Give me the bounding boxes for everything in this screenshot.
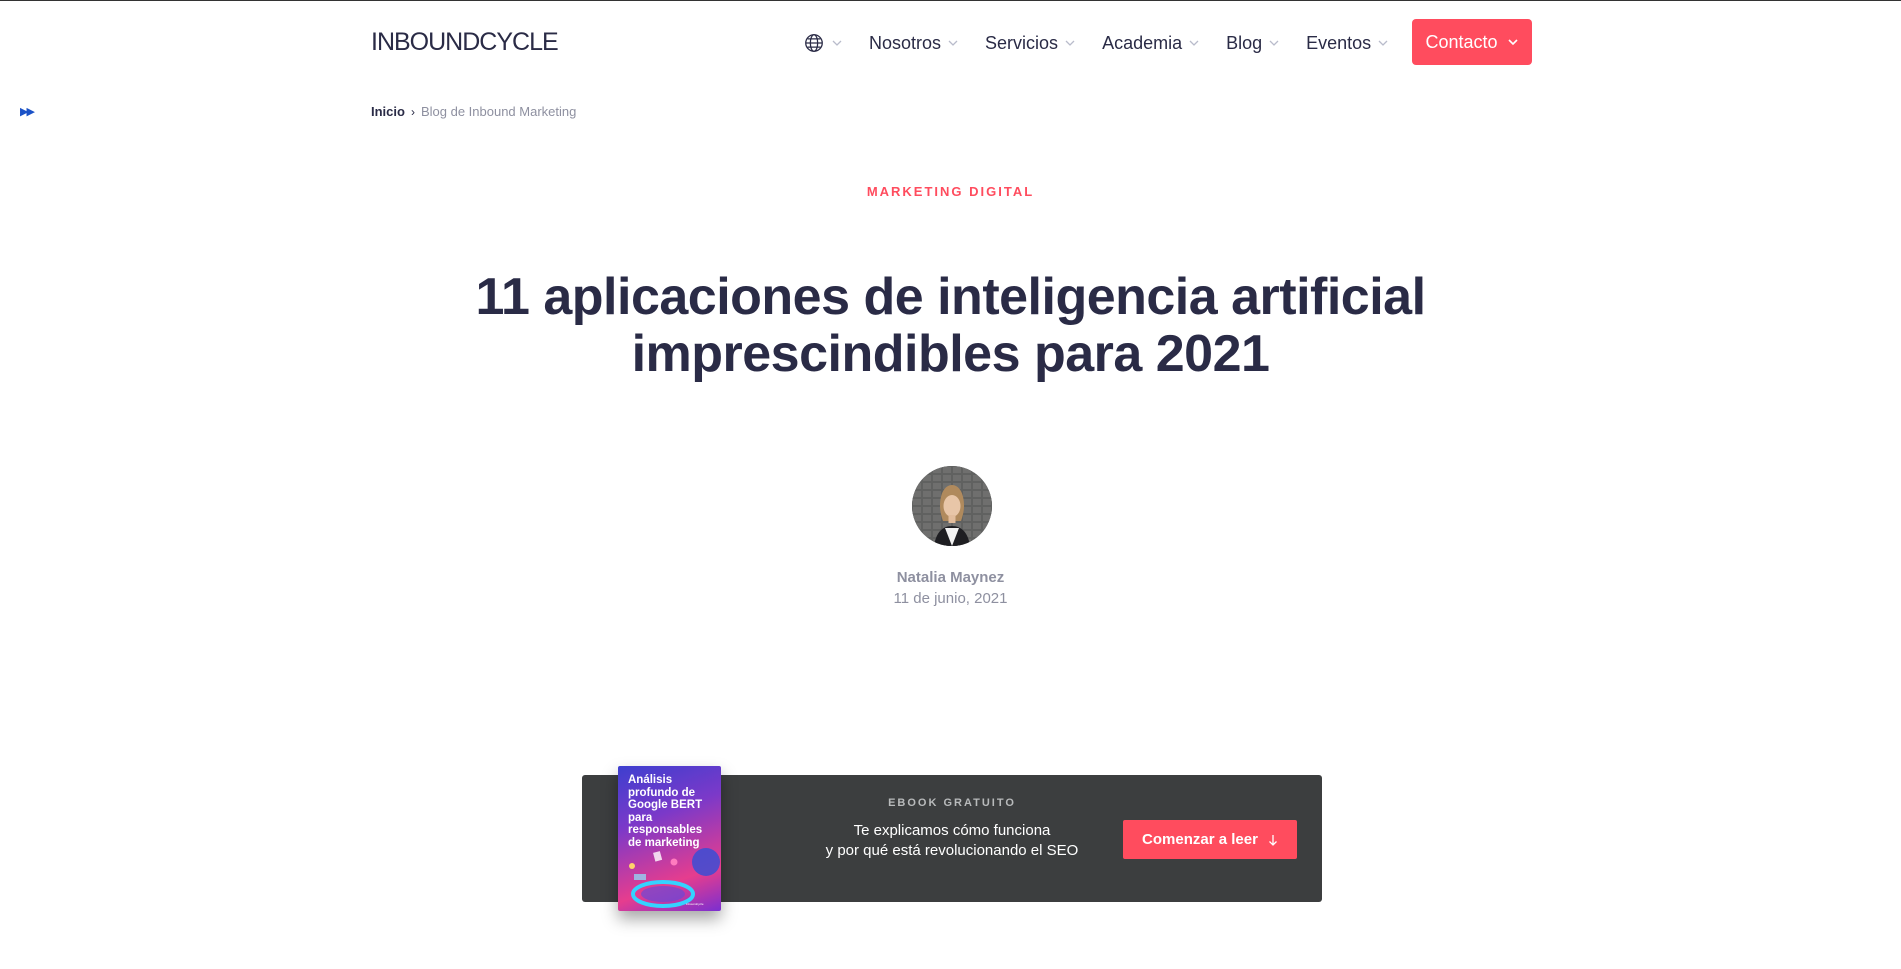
contact-button-label: Contacto xyxy=(1425,31,1498,52)
author-name[interactable]: Natalia Maynez xyxy=(0,569,1901,586)
chevron-down-icon xyxy=(1507,39,1518,46)
breadcrumb-home-link[interactable]: Inicio xyxy=(371,104,405,119)
start-reading-label: Comenzar a leer xyxy=(1142,831,1258,848)
breadcrumb: Inicio › Blog de Inbound Marketing xyxy=(371,104,576,119)
nav-item-label: Academia xyxy=(1102,32,1183,53)
arrow-down-icon xyxy=(1268,834,1277,846)
publish-date: 11 de junio, 2021 xyxy=(893,590,1008,607)
nav-item-label: Servicios xyxy=(985,32,1059,53)
nav-item-academia[interactable]: Academia xyxy=(1102,33,1200,54)
article-title: 11 aplicaciones de inteligencia artifici… xyxy=(475,268,1426,383)
nav-item-servicios[interactable]: Servicios xyxy=(985,33,1076,54)
logo-text: INBOUNDCYCLE xyxy=(371,28,559,56)
nav-item-label: Blog xyxy=(1226,32,1263,53)
nav-item-eventos[interactable]: Eventos xyxy=(1306,33,1389,54)
chevron-down-icon xyxy=(1378,40,1388,46)
svg-text:inboundcycle: inboundcycle xyxy=(686,902,704,906)
contact-button[interactable]: Contacto xyxy=(1412,19,1532,65)
chevron-down-icon xyxy=(832,40,842,46)
chevron-down-icon xyxy=(1269,40,1279,46)
article-category[interactable]: MARKETING DIGITAL xyxy=(0,184,1901,199)
language-selector[interactable] xyxy=(803,32,843,54)
author-avatar xyxy=(912,466,992,546)
main-nav: Nosotros Servicios Academia Blog Eventos xyxy=(803,19,1415,67)
nav-item-label: Nosotros xyxy=(869,32,942,53)
nav-item-blog[interactable]: Blog xyxy=(1226,33,1280,54)
chevron-down-icon xyxy=(1189,40,1199,46)
logo[interactable]: INBOUNDCYCLE xyxy=(371,28,559,57)
nav-item-nosotros[interactable]: Nosotros xyxy=(869,33,959,54)
globe-icon xyxy=(805,34,823,52)
nav-item-label: Eventos xyxy=(1306,32,1372,53)
skip-forward-icon[interactable]: ▶▶ xyxy=(20,105,35,118)
breadcrumb-current-link[interactable]: Blog de Inbound Marketing xyxy=(421,104,576,119)
start-reading-button[interactable]: Comenzar a leer xyxy=(1123,820,1297,859)
chevron-down-icon xyxy=(948,40,958,46)
chevron-right-icon: › xyxy=(410,104,415,119)
chevron-down-icon xyxy=(1065,40,1075,46)
ebook-label: EBOOK GRATUITO xyxy=(888,797,1016,809)
